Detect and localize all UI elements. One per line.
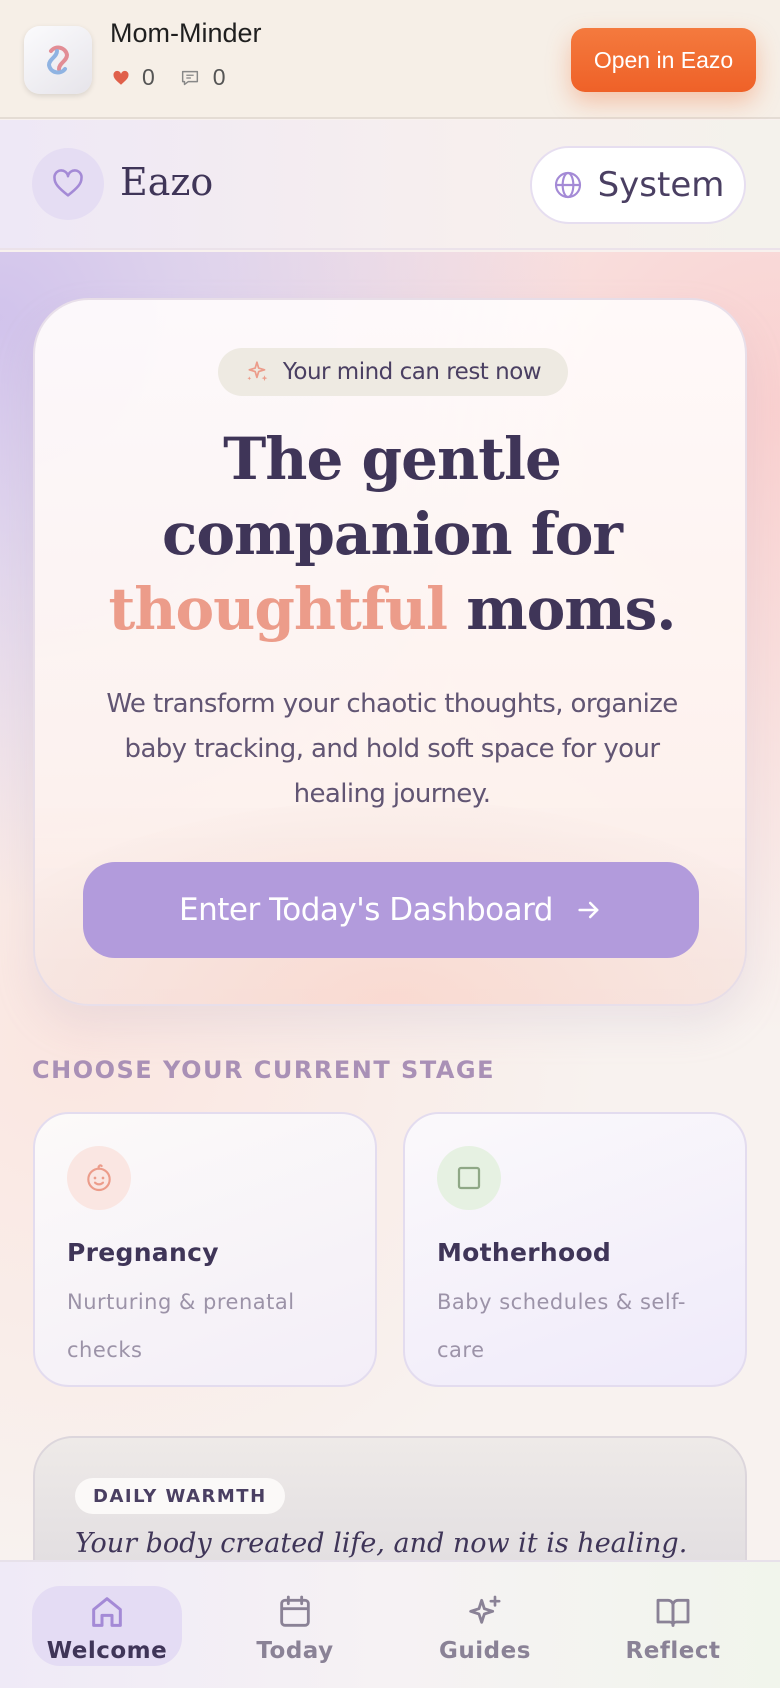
home-icon: [92, 1597, 122, 1627]
daily-warmth-label: DAILY WARMTH: [75, 1478, 285, 1514]
baby-face-icon: [67, 1146, 131, 1210]
stage-name: Motherhood: [437, 1238, 612, 1267]
app-bar: Mom-Minder 0 0 Open in Eazo: [0, 0, 780, 119]
headline-line-1: The gentle: [223, 425, 562, 493]
headline-line-2: companion for: [162, 500, 623, 568]
calendar-icon: [280, 1595, 310, 1627]
arrow-right-icon: [578, 901, 599, 919]
stage-desc: Baby schedules & self-care: [437, 1290, 687, 1362]
hero-pill-text: Your mind can rest now: [282, 359, 542, 385]
comments-count: 0: [212, 64, 226, 90]
stage-card-motherhood[interactable]: Motherhood Baby schedules & self-care: [403, 1112, 747, 1387]
hero-headline: The gentle companion for thoughtful moms…: [35, 422, 745, 647]
comment-icon: [181, 70, 198, 85]
heart-icon: [113, 70, 129, 85]
open-in-eazo-button[interactable]: Open in Eazo: [571, 28, 756, 92]
globe-icon: [554, 171, 581, 199]
stage-section-title: CHOOSE YOUR CURRENT STAGE: [32, 1056, 496, 1084]
bottom-nav: Welcome Today Guides Reflect: [0, 1560, 780, 1688]
hero-pill: Your mind can rest now: [218, 348, 568, 396]
nav-label: Reflect: [625, 1638, 721, 1664]
stage-card-pregnancy[interactable]: Pregnancy Nurturing & prenatal checks: [33, 1112, 377, 1387]
cta-label: Enter Today's Dashboard: [179, 892, 553, 928]
daily-warmth-quote: Your body created life, and now it is he…: [75, 1528, 688, 1559]
heart-outline-icon: [53, 169, 83, 197]
enter-dashboard-button[interactable]: Enter Today's Dashboard: [83, 862, 699, 958]
likes-stat[interactable]: 0: [112, 64, 155, 91]
headline-line-3: thoughtful moms.: [35, 572, 745, 647]
nav-label: Today: [256, 1638, 334, 1664]
book-icon: [656, 1598, 690, 1627]
nav-label: Guides: [439, 1638, 531, 1664]
nav-label: Welcome: [46, 1638, 168, 1664]
nav-item-welcome[interactable]: Welcome: [32, 1586, 182, 1666]
site-header: Eazo System: [0, 120, 780, 250]
logo-badge[interactable]: [32, 148, 104, 220]
likes-count: 0: [142, 64, 155, 90]
sparkle-icon: [247, 361, 268, 382]
nav-item-reflect[interactable]: Reflect: [598, 1586, 748, 1666]
app-stats: 0 0: [112, 64, 240, 91]
nav-item-today[interactable]: Today: [220, 1586, 370, 1666]
app-logo-icon: [24, 26, 92, 94]
stage-desc: Nurturing & prenatal checks: [67, 1290, 295, 1362]
nav-item-guides[interactable]: Guides: [410, 1586, 560, 1666]
headline-end: moms.: [466, 575, 676, 643]
square-icon: [437, 1146, 501, 1210]
brand-name: Eazo: [120, 160, 214, 204]
language-selector[interactable]: System: [530, 146, 746, 224]
hero-card: Your mind can rest now The gentle compan…: [33, 298, 747, 1006]
headline-accent: thoughtful: [108, 575, 448, 643]
stage-name: Pregnancy: [67, 1238, 219, 1267]
sparkle-icon: [469, 1595, 501, 1624]
comments-stat[interactable]: 0: [179, 64, 226, 91]
app-name: Mom-Minder: [110, 18, 262, 48]
language-label: System: [597, 165, 725, 205]
hero-subtext: We transform your chaotic thoughts, orga…: [106, 689, 678, 809]
